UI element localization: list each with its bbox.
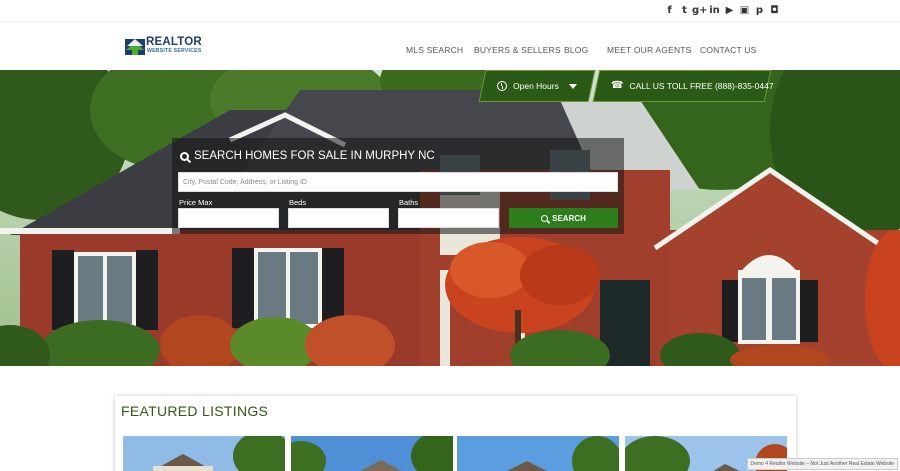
search-panel-title: SEARCH HOMES FOR SALE IN MURPHY NC <box>194 150 435 162</box>
site-logo[interactable]: REALTOR WEBSITE SERVICES <box>124 36 214 58</box>
call-toll-free-tab[interactable]: ☎ CALL US TOLL FREE (888)-835-0447 <box>592 70 774 102</box>
logo-wordmark: REALTOR <box>146 36 202 48</box>
nav-meet-our-agents[interactable]: MEET OUR AGENTS <box>607 45 692 55</box>
price-max-input[interactable] <box>178 208 279 228</box>
listing-thumbnail[interactable] <box>291 436 453 471</box>
twitter-icon[interactable]: t <box>677 5 692 17</box>
listing-thumbnail[interactable] <box>457 436 619 471</box>
baths-label: Baths <box>399 198 419 207</box>
pinterest-icon[interactable]: p <box>752 5 767 17</box>
home-search-panel: SEARCH HOMES FOR SALE IN MURPHY NC City,… <box>172 138 624 234</box>
location-search-input[interactable]: City, Postal Code, Address, or Listing I… <box>178 172 618 192</box>
social-bar: f t g+ in ▶ ▣ p ◘ <box>0 0 900 22</box>
search-panel-title-row: SEARCH HOMES FOR SALE IN MURPHY NC <box>180 150 435 162</box>
facebook-icon[interactable]: f <box>662 5 677 17</box>
beds-input[interactable] <box>288 208 389 228</box>
nav-contact-us[interactable]: CONTACT US <box>700 45 756 55</box>
price-max-label: Price Max <box>179 198 213 207</box>
listing-photo <box>123 436 285 471</box>
search-button-icon <box>541 214 549 222</box>
clock-icon <box>497 81 507 91</box>
site-footer-badge: Demo 4 Realtor Website – Not Just Anothe… <box>746 458 898 470</box>
open-hours-label: Open Hours <box>513 81 559 91</box>
search-icon <box>180 151 189 161</box>
nav-mls-search[interactable]: MLS SEARCH <box>406 45 463 55</box>
youtube-icon[interactable]: ▶ <box>722 5 737 17</box>
nav-blog[interactable]: BLOG <box>564 45 588 55</box>
house-logo-icon <box>125 39 145 55</box>
google-plus-icon[interactable]: g+ <box>692 5 708 17</box>
social-links: f t g+ in ▶ ▣ p ◘ <box>662 5 782 17</box>
beds-label: Beds <box>289 198 307 207</box>
nav-buyers-sellers[interactable]: BUYERS & SELLERS <box>474 45 561 55</box>
caret-down-icon <box>568 83 577 89</box>
featured-listings-section: FEATURED LISTINGS <box>115 396 796 471</box>
baths-input[interactable] <box>398 208 499 228</box>
flickr-icon[interactable]: ▣ <box>737 5 752 17</box>
search-button-label: SEARCH <box>552 213 586 223</box>
instagram-icon[interactable]: ◘ <box>767 5 782 17</box>
page: f t g+ in ▶ ▣ p ◘ REALTOR WEBSITE SERVIC… <box>0 0 900 471</box>
listing-photo <box>457 436 619 471</box>
logo-tagline: WEBSITE SERVICES <box>147 48 202 54</box>
open-hours-tab[interactable]: Open Hours <box>478 70 596 102</box>
listing-photo <box>291 436 453 471</box>
featured-listings-title: FEATURED LISTINGS <box>121 403 269 419</box>
search-button[interactable]: SEARCH <box>509 208 618 228</box>
linkedin-icon[interactable]: in <box>707 5 722 17</box>
listing-thumbnail[interactable] <box>123 436 285 471</box>
phone-icon: ☎ <box>611 80 624 91</box>
site-header: REALTOR WEBSITE SERVICES MLS SEARCH BUYE… <box>0 22 900 70</box>
call-label: CALL US TOLL FREE (888)-835-0447 <box>629 81 774 91</box>
